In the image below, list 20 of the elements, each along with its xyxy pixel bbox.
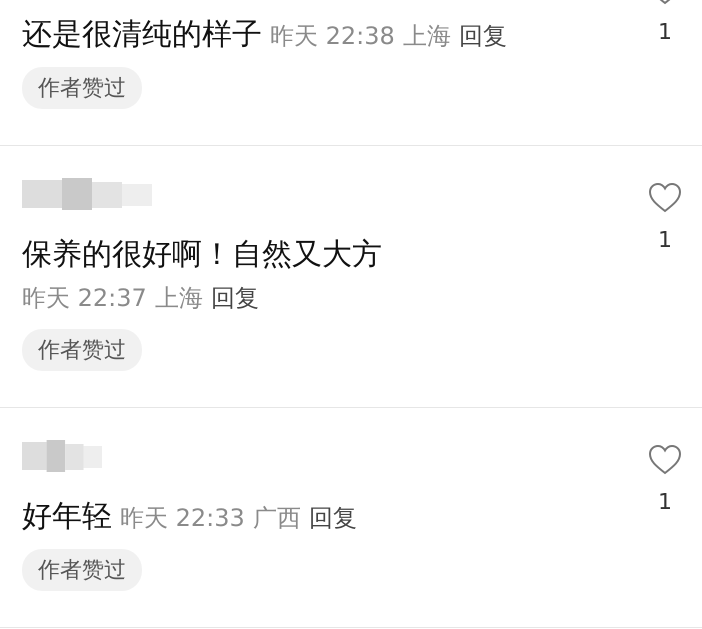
reply-link[interactable]: 回复 bbox=[458, 22, 507, 50]
comment-time: 昨天 22:38 bbox=[270, 22, 395, 50]
comment-text: 还是很清纯的样子 bbox=[22, 17, 262, 52]
reply-link[interactable]: 回复 bbox=[210, 284, 259, 312]
comment-location: 上海 bbox=[402, 22, 451, 50]
comment-location: 广西 bbox=[252, 504, 301, 532]
author-liked-badge: 作者赞过 bbox=[22, 329, 142, 371]
like-count: 1 bbox=[658, 228, 672, 253]
comment-time: 昨天 22:37 bbox=[22, 284, 147, 312]
comment-time: 昨天 22:33 bbox=[120, 504, 245, 532]
comment-location: 上海 bbox=[154, 284, 203, 312]
heart-icon[interactable] bbox=[648, 444, 682, 476]
like-count: 1 bbox=[658, 490, 672, 515]
comment-text: 保养的很好啊！自然又大方 bbox=[22, 237, 382, 272]
like-count: 1 bbox=[658, 20, 672, 45]
author-liked-badge: 作者赞过 bbox=[22, 549, 142, 591]
author-liked-badge: 作者赞过 bbox=[22, 67, 142, 109]
heart-icon[interactable] bbox=[648, 182, 682, 214]
comment-text: 好年轻 bbox=[22, 499, 112, 534]
reply-link[interactable]: 回复 bbox=[308, 504, 357, 532]
